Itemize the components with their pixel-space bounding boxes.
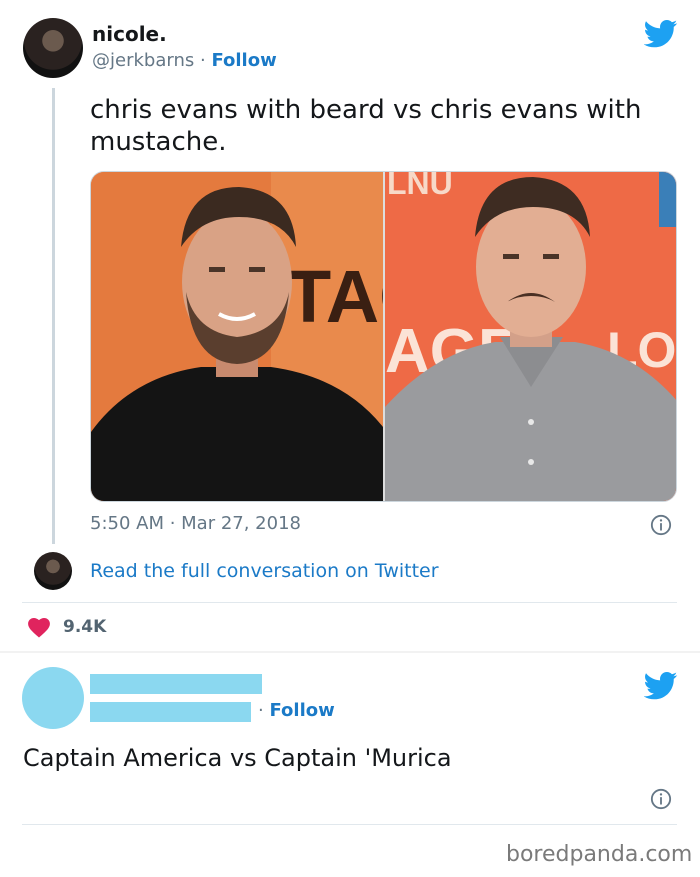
card-separator [0,651,700,653]
redacted-handle [90,702,251,722]
photo-mustache[interactable]: LNU AGE LOBE [385,172,676,501]
bg-sign-right-top: LNU [387,172,453,201]
redacted-display-name [90,674,262,694]
heart-icon[interactable] [28,618,50,638]
watermark: boredpanda.com [506,842,693,867]
tweet-media[interactable]: TAG LNU AGE LOBE [90,171,677,502]
photo-beard[interactable]: TAG [91,172,383,501]
tweet-timestamp[interactable]: 5:50 AM · Mar 27, 2018 [90,513,301,534]
author-handle-row: @jerkbarns · Follow [92,50,277,71]
twitter-bird-icon[interactable] [644,672,678,700]
author-avatar[interactable] [23,18,83,78]
divider [22,602,677,603]
reply-avatar[interactable] [34,552,72,590]
photo-mustache-illustration: LNU AGE LOBE [385,172,676,501]
author-handle[interactable]: @jerkbarns [92,50,194,71]
tweet-text: chris evans with beard vs chris evans wi… [90,95,642,157]
author-display-name[interactable]: nicole. [92,22,167,46]
separator-dot: · [258,700,264,721]
thread-line [52,88,55,544]
follow-button[interactable]: Follow [269,700,334,721]
tweet-text: Captain America vs Captain 'Murica [23,744,452,772]
twitter-bird-icon[interactable] [644,20,678,48]
photo-beard-illustration: TAG [91,172,383,501]
follow-row: · Follow [258,700,335,721]
like-count[interactable]: 9.4K [63,617,106,637]
author-avatar-redacted[interactable] [22,667,84,729]
info-icon[interactable] [650,788,672,810]
divider [22,824,677,825]
separator-dot: · [199,50,206,71]
read-full-conversation-link[interactable]: Read the full conversation on Twitter [90,560,439,582]
bg-sign-left: TAG [286,255,383,338]
info-icon[interactable] [650,514,672,536]
follow-button[interactable]: Follow [211,50,276,71]
